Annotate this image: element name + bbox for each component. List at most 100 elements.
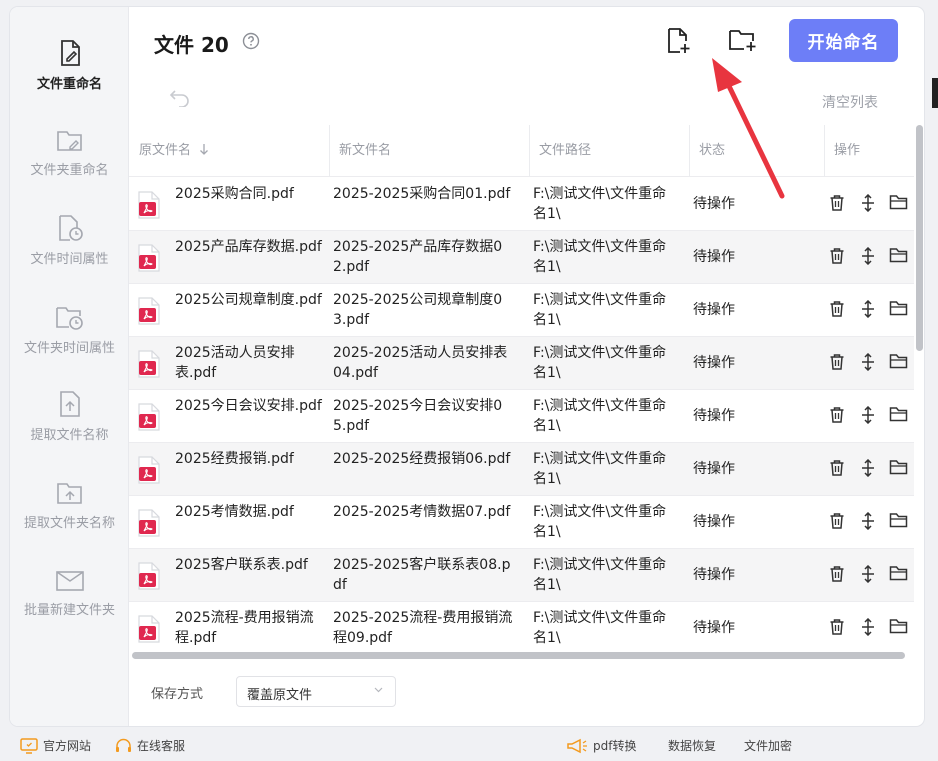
help-icon[interactable] [242, 32, 260, 50]
delete-button[interactable] [829, 459, 845, 481]
table-row[interactable]: 2025客户联系表.pdf 2025-2025客户联系表08.pdf F:\测试文件… [129, 549, 914, 602]
vertical-scrollbar-thumb[interactable] [916, 125, 923, 351]
horizontal-scrollbar-thumb[interactable] [132, 652, 905, 659]
column-header-label: 原文件名 [139, 143, 192, 158]
save-mode-select[interactable]: 覆盖原文件 [236, 676, 396, 707]
data-recovery-link[interactable]: 数据恢复 [668, 737, 716, 754]
open-folder-button[interactable] [889, 512, 908, 532]
move-icon [862, 617, 874, 637]
move-button[interactable] [860, 246, 876, 269]
column-header-new: 新文件名 [339, 143, 392, 158]
move-button[interactable] [860, 193, 876, 216]
sidebar-item-extract-file[interactable]: 提取文件名称 [10, 390, 129, 443]
column-header-original[interactable]: 原文件名 [129, 125, 329, 177]
move-button[interactable] [860, 564, 876, 587]
move-button[interactable] [860, 458, 876, 481]
delete-button[interactable] [829, 353, 845, 375]
sidebar-item-extract-folder[interactable]: 提取文件夹名称 [10, 480, 129, 531]
file-clock-icon [58, 215, 83, 241]
save-mode-label: 保存方式 [151, 687, 204, 702]
folder-extract-icon [56, 483, 82, 504]
original-filename: 2025采购合同.pdf [175, 186, 294, 202]
move-button[interactable] [860, 352, 876, 375]
table-row[interactable]: 2025经费报销.pdf 2025-2025经费报销06.pdf F:\测试文件\文… [129, 443, 914, 496]
new-filename: 2025-2025产品库存数据02.pdf [333, 239, 503, 275]
move-button[interactable] [860, 299, 876, 322]
save-mode-value: 覆盖原文件 [247, 688, 313, 703]
pdf-file-icon [138, 297, 160, 325]
status-text: 待操作 [693, 302, 735, 318]
status-text: 待操作 [693, 355, 735, 371]
official-website-link[interactable]: 官方网站 [20, 737, 91, 754]
add-file-button[interactable] [666, 27, 692, 55]
file-path: F:\测试文件\文件重命名1\ [533, 610, 667, 646]
trash-icon [830, 513, 844, 529]
page-title: 文件 20 [154, 33, 229, 57]
open-folder-button[interactable] [889, 194, 908, 214]
add-folder-button[interactable] [728, 27, 758, 53]
delete-button[interactable] [829, 300, 845, 322]
open-folder-button[interactable] [889, 300, 908, 320]
open-folder-button[interactable] [889, 565, 908, 585]
open-folder-button[interactable] [889, 618, 908, 638]
table-row[interactable]: 2025今日会议安排.pdf 2025-2025今日会议安排05.pdf F:\测试… [129, 390, 914, 443]
sidebar-item-folder-time[interactable]: 文件夹时间属性 [10, 303, 129, 356]
new-filename: 2025-2025考情数据07.pdf [333, 504, 511, 520]
original-filename: 2025产品库存数据.pdf [175, 239, 322, 255]
table-header: 原文件名 新文件名 文件路径 状态 操作 [129, 125, 914, 177]
open-folder-button[interactable] [889, 247, 908, 267]
sidebar-item-label: 文件夹时间属性 [23, 341, 115, 356]
move-button[interactable] [860, 405, 876, 428]
open-folder-button[interactable] [889, 406, 908, 426]
sidebar-item-label: 文件时间属性 [30, 252, 109, 267]
move-button[interactable] [860, 511, 876, 534]
move-icon [862, 458, 874, 478]
table-row[interactable]: 2025考情数据.pdf 2025-2025考情数据07.pdf F:\测试文件\文… [129, 496, 914, 549]
table-row[interactable]: 2025活动人员安排表.pdf 2025-2025活动人员安排表04.pdf F:\… [129, 337, 914, 390]
table-row[interactable]: 2025公司规章制度.pdf 2025-2025公司规章制度03.pdf F:\测试… [129, 284, 914, 337]
move-icon [862, 299, 874, 319]
open-folder-button[interactable] [889, 353, 908, 373]
folder-icon [889, 301, 908, 316]
sidebar-item-label: 文件重命名 [36, 77, 102, 92]
table-row[interactable]: 2025产品库存数据.pdf 2025-2025产品库存数据02.pdf F:\测试… [129, 231, 914, 284]
sidebar-item-file-time[interactable]: 文件时间属性 [10, 214, 129, 267]
delete-button[interactable] [829, 512, 845, 534]
status-text: 待操作 [693, 620, 735, 636]
start-rename-button[interactable]: 开始命名 [789, 19, 898, 62]
pdf-file-icon [138, 191, 160, 219]
table-row[interactable]: 2025流程-费用报销流程.pdf 2025-2025流程-费用报销流程09.pd… [129, 602, 914, 654]
delete-button[interactable] [829, 247, 845, 269]
pdf-convert-link[interactable]: pdf转换 [566, 737, 636, 754]
file-encrypt-link[interactable]: 文件加密 [744, 737, 792, 754]
clear-list-button[interactable]: 清空列表 [822, 92, 878, 112]
megaphone-icon [567, 738, 587, 753]
online-support-link[interactable]: 在线客服 [115, 737, 185, 754]
file-path: F:\测试文件\文件重命名1\ [533, 451, 667, 487]
open-folder-button[interactable] [889, 459, 908, 479]
delete-button[interactable] [829, 406, 845, 428]
file-path: F:\测试文件\文件重命名1\ [533, 398, 667, 434]
delete-button[interactable] [829, 618, 845, 640]
file-path: F:\测试文件\文件重命名1\ [533, 345, 667, 381]
table-row[interactable]: 2025采购合同.pdf 2025-2025采购合同01.pdf F:\测试文件\文… [129, 178, 914, 231]
delete-button[interactable] [829, 565, 845, 587]
move-icon [862, 564, 874, 584]
new-filename: 2025-2025客户联系表08.pdf [333, 557, 511, 593]
move-icon [862, 193, 874, 213]
sort-arrow-icon[interactable] [199, 143, 209, 155]
sidebar-item-file-rename[interactable]: 文件重命名 [10, 39, 129, 92]
sidebar-item-folder-rename[interactable]: 文件夹重命名 [10, 127, 129, 178]
file-path: F:\测试文件\文件重命名1\ [533, 504, 667, 540]
new-filename: 2025-2025今日会议安排05.pdf [333, 398, 503, 434]
folder-icon [889, 619, 908, 634]
file-path: F:\测试文件\文件重命名1\ [533, 239, 667, 275]
delete-button[interactable] [829, 194, 845, 216]
main-panel: 文件 20 开始命名 清空列表 原文件名 新文件名 文件路径 状态 操作 202… [129, 7, 924, 726]
pdf-file-icon [138, 456, 160, 484]
undo-icon[interactable] [169, 89, 191, 107]
sidebar-item-label: 批量新建文件夹 [23, 603, 115, 618]
sidebar-item-batch-folder[interactable]: 批量新建文件夹 [10, 569, 129, 618]
folder-icon [889, 460, 908, 475]
move-button[interactable] [860, 617, 876, 640]
